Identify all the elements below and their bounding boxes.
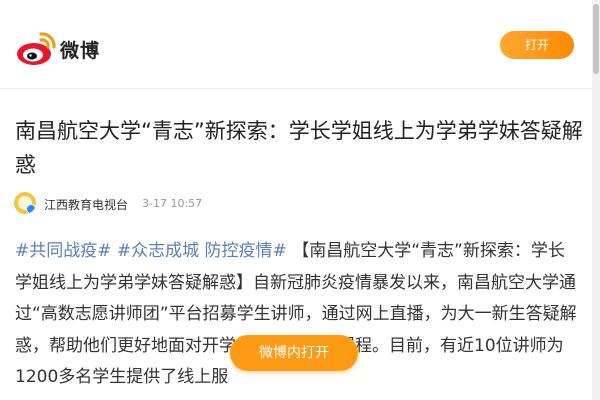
page-scrollbar[interactable] [592,0,600,400]
hashtag-link[interactable]: #众志成城 防控疫情# [117,241,287,261]
brand-name: 微博 [60,40,101,62]
author-name[interactable]: 江西教育电视台 [44,196,128,213]
article-title: 南昌航空大学“青志”新探索：学长学姐线上为学弟学妹答疑解惑 [15,119,583,177]
top-bar: 微博 打开 [0,0,592,89]
scrollbar-thumb[interactable] [593,4,599,74]
verified-badge-icon [26,204,36,214]
author-avatar[interactable] [14,192,36,214]
post-time: 3-17 10:57 [142,197,203,210]
open-app-button[interactable]: 打开 [500,31,574,59]
open-in-weibo-button[interactable]: 微博内打开 [230,335,358,371]
weibo-logo-icon [17,32,56,65]
hashtag-link[interactable]: #共同战疫# [15,241,112,261]
